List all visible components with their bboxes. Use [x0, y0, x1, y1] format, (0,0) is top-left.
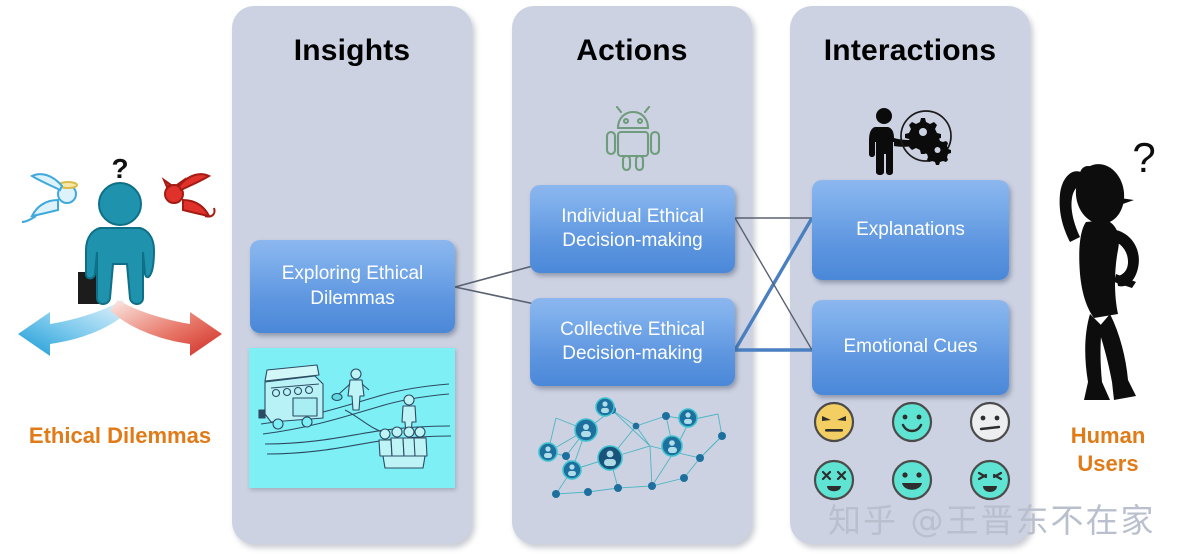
node-collective-ethical-decision-making[interactable]: Collective Ethical Decision-making — [530, 298, 735, 386]
node-label: Explanations — [856, 218, 965, 240]
column-title-interactions: Interactions — [823, 34, 997, 67]
node-explanations[interactable]: Explanations — [812, 180, 1009, 280]
svg-text:?: ? — [1132, 138, 1155, 181]
diagram-canvas: Insights Actions Interactions Exploring … — [0, 0, 1180, 554]
label-human-users: Human Users — [1070, 423, 1146, 477]
social-network-graph-illustration — [538, 397, 726, 498]
smiling-face-icon — [891, 401, 933, 443]
node-label: Individual Ethical Decision-making — [561, 205, 704, 251]
node-label: Emotional Cues — [843, 336, 978, 358]
watermark: 知乎 @王晋东不在家 — [828, 501, 1156, 540]
column-title-insights: Insights — [293, 34, 411, 67]
android-robot-icon — [605, 106, 661, 172]
node-individual-ethical-decision-making[interactable]: Individual Ethical Decision-making — [530, 185, 735, 273]
neutral-face-icon — [969, 401, 1011, 443]
person-with-gears-icon — [869, 108, 952, 175]
column-title-actions: Actions — [576, 34, 688, 67]
trolley-problem-illustration — [249, 348, 455, 488]
node-label: Collective Ethical Decision-making — [560, 318, 705, 364]
person-angel-devil-dilemma-icon: ? — [18, 153, 222, 356]
node-label: Exploring Ethical Dilemmas — [281, 263, 424, 309]
node-exploring-ethical-dilemmas[interactable]: Exploring Ethical Dilemmas — [250, 240, 455, 333]
label-ethical-dilemmas: Ethical Dilemmas — [28, 423, 212, 448]
confused-person-question-mark-icon: ? — [1059, 138, 1156, 400]
emotion-icons-group — [812, 400, 1012, 501]
angry-flat-face-icon — [813, 401, 855, 443]
node-emotional-cues[interactable]: Emotional Cues — [812, 300, 1009, 395]
svg-text:?: ? — [111, 153, 128, 184]
